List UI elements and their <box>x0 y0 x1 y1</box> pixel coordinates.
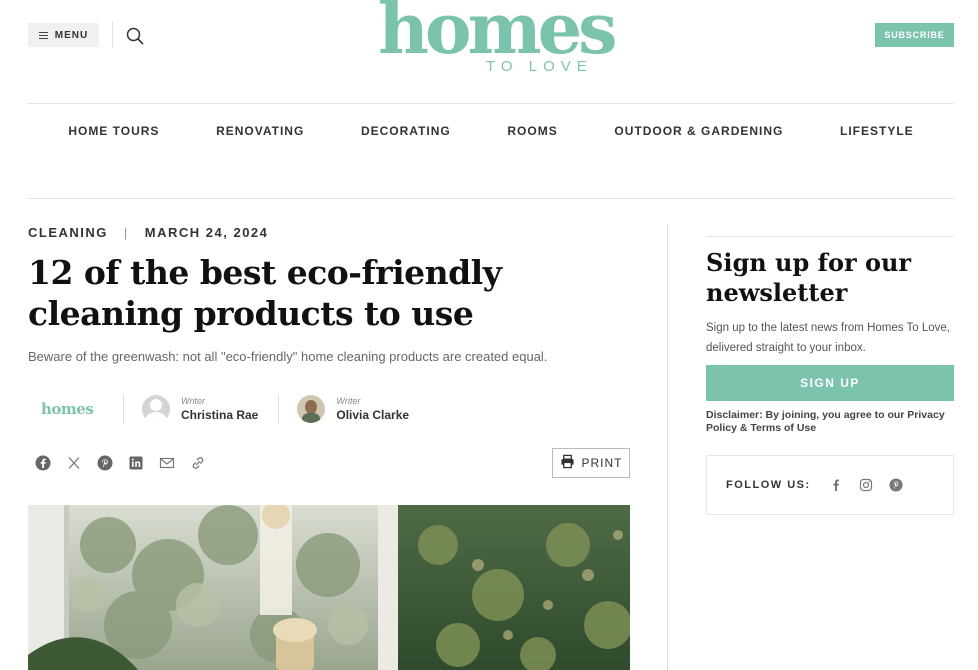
subscribe-button[interactable]: SUBSCRIBE <box>875 23 954 47</box>
follow-us-box: FOLLOW US: <box>706 455 954 515</box>
follow-us-label: FOLLOW US: <box>726 479 811 491</box>
nav-item-decorating[interactable]: DECORATING <box>361 124 451 138</box>
nav-item-rooms[interactable]: ROOMS <box>507 124 557 138</box>
link-icon[interactable] <box>190 455 206 471</box>
main-nav: HOME TOURS RENOVATING DECORATING ROOMS O… <box>28 124 954 138</box>
article-standfirst: Beware of the greenwash: not all "eco-fr… <box>28 349 548 364</box>
search-icon[interactable] <box>125 26 145 46</box>
author-role: Writer <box>336 396 361 406</box>
logo-tagline: TO LOVE <box>486 58 593 75</box>
bylines: homes Writer Christina Rae Writer Olivia… <box>28 392 409 426</box>
print-label: PRINT <box>581 456 623 470</box>
printer-icon <box>560 454 575 472</box>
header-rule <box>28 103 954 104</box>
share-bar <box>35 455 206 471</box>
facebook-icon[interactable] <box>35 455 51 471</box>
header-divider <box>112 21 113 48</box>
hero-image <box>28 505 630 670</box>
menu-button[interactable]: MENU <box>28 23 99 47</box>
author-name: Olivia Clarke <box>336 408 410 422</box>
instagram-icon[interactable] <box>859 478 873 492</box>
article-title: 12 of the best eco-friendly cleaning pro… <box>28 253 502 333</box>
newsletter-description: Sign up to the latest news from Homes To… <box>706 322 950 354</box>
site-logo[interactable]: homes TO LOVE <box>378 0 618 82</box>
pinterest-icon[interactable] <box>889 478 903 492</box>
email-icon[interactable] <box>159 455 175 471</box>
nav-item-outdoor-gardening[interactable]: OUTDOOR & GARDENING <box>614 124 783 138</box>
x-icon[interactable] <box>66 455 82 471</box>
menu-label: MENU <box>54 29 89 41</box>
newsletter-title: Sign up for our newsletter <box>706 248 912 307</box>
pinterest-icon[interactable] <box>97 455 113 471</box>
avatar <box>297 395 326 423</box>
author-olivia-clarke[interactable]: Writer Olivia Clarke <box>297 395 409 423</box>
author-christina-rae[interactable]: Writer Christina Rae <box>142 395 258 423</box>
linkedin-icon[interactable] <box>128 455 144 471</box>
print-button[interactable]: PRINT <box>552 448 630 478</box>
brand-logo: homes <box>41 400 94 418</box>
category-link[interactable]: CLEANING <box>28 225 108 240</box>
column-divider <box>667 224 668 670</box>
publish-date: MARCH 24, 2024 <box>144 225 269 240</box>
avatar <box>142 395 170 423</box>
byline-divider <box>123 394 124 424</box>
article-meta: CLEANING | MARCH 24, 2024 <box>28 225 268 240</box>
nav-item-lifestyle[interactable]: LIFESTYLE <box>840 124 914 138</box>
newsletter-disclaimer[interactable]: Disclaimer: By joining, you agree to our… <box>706 409 956 435</box>
author-role: Writer <box>181 396 205 406</box>
author-name: Christina Rae <box>181 408 259 422</box>
nav-item-home-tours[interactable]: HOME TOURS <box>68 124 159 138</box>
nav-rule <box>28 198 954 199</box>
nav-item-renovating[interactable]: RENOVATING <box>216 124 304 138</box>
sidebar-rule <box>706 236 954 237</box>
sign-up-button[interactable]: SIGN UP <box>706 365 954 401</box>
byline-divider <box>278 394 280 424</box>
meta-separator: | <box>123 225 129 240</box>
hamburger-icon <box>38 31 48 39</box>
facebook-icon[interactable] <box>829 478 843 492</box>
